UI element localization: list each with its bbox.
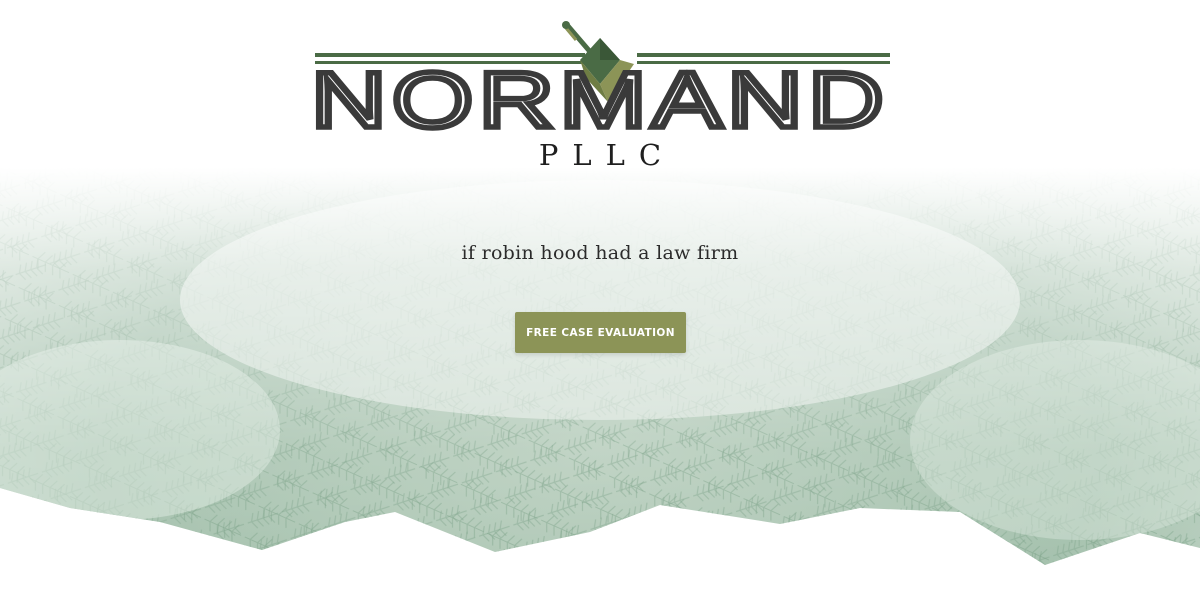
free-case-evaluation-button[interactable]: FREE CASE EVALUATION <box>515 312 686 353</box>
brand-logo[interactable]: NORMAND PLLC <box>300 14 900 174</box>
logo-suffix: PLLC <box>538 138 676 172</box>
hero-tagline: if robin hood had a law firm <box>461 242 739 264</box>
landing-page: NORMAND PLLC if robin hood had a law fir… <box>0 0 1200 598</box>
normand-logo-mark: NORMAND <box>308 21 890 138</box>
logo-wordmark: NORMAND <box>311 55 889 138</box>
